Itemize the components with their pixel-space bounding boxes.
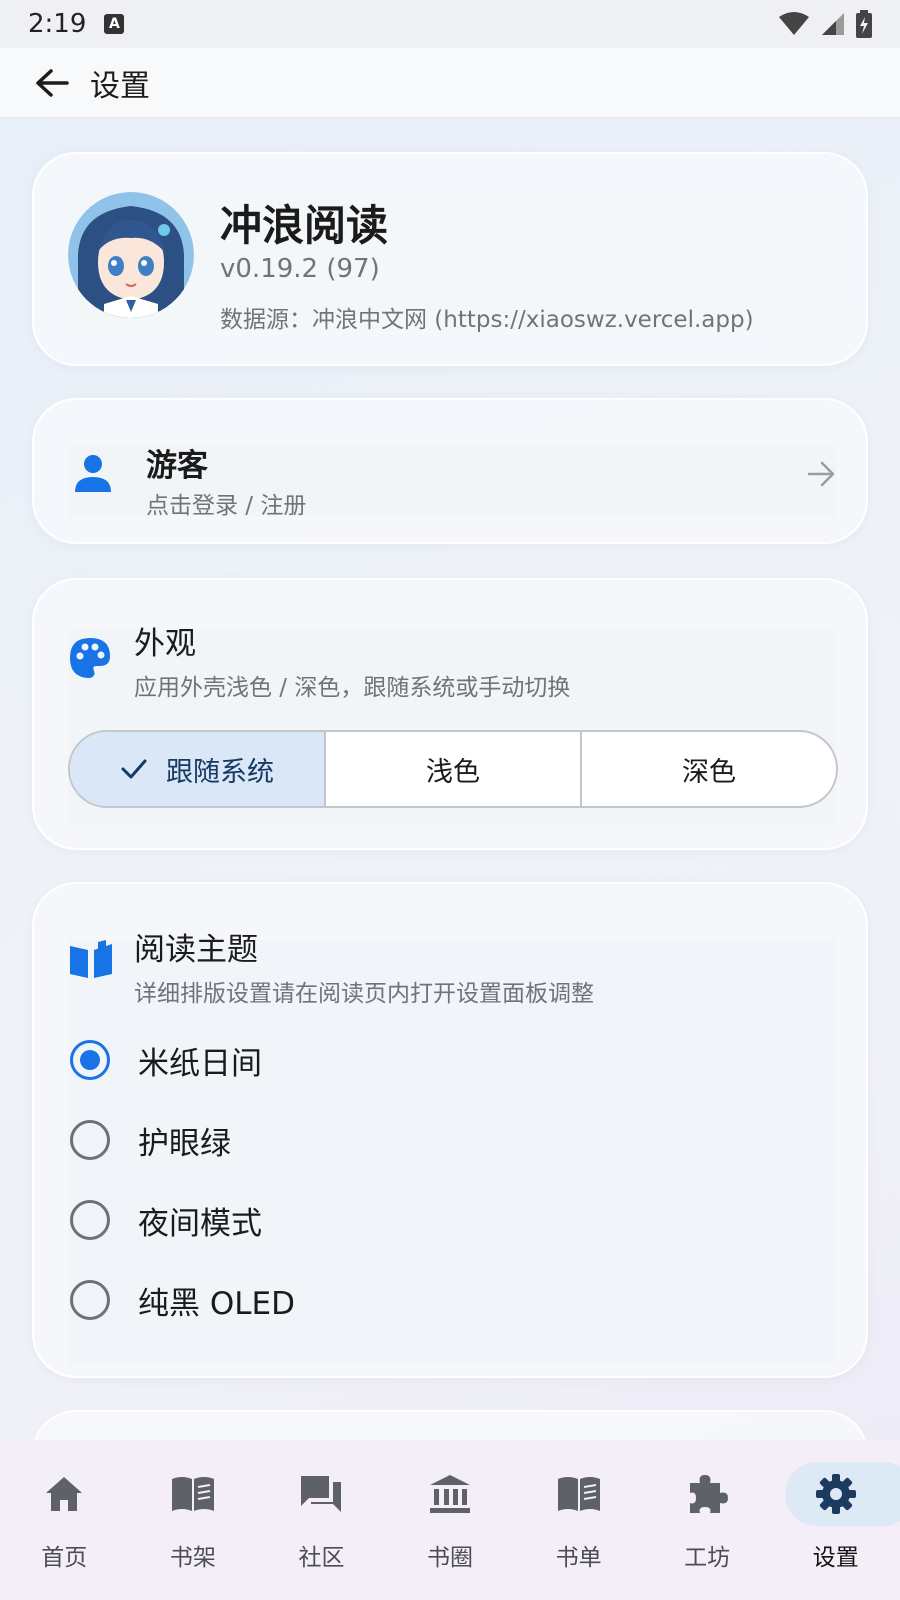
option-label: 纯黑 OLED	[138, 1285, 295, 1322]
app-avatar	[68, 192, 194, 318]
nav-label: 书架	[169, 1545, 216, 1571]
segment-label: 深色	[682, 756, 736, 788]
nav-community[interactable]: 社区	[257, 1440, 386, 1600]
reading-theme-subtitle: 详细排版设置请在阅读页内打开设置面板调整	[134, 981, 594, 1007]
nav-label: 书圈	[427, 1545, 474, 1571]
app-info-card: 冲浪阅读 v0.19.2 (97) 数据源：冲浪中文网 (https://xia…	[32, 152, 868, 366]
theme-option-oled[interactable]: 纯黑 OLED	[68, 1270, 828, 1330]
login-hint: 点击登录 / 注册	[146, 493, 307, 519]
segment-dark[interactable]: 深色	[582, 732, 836, 806]
battery-icon	[856, 10, 872, 38]
gear-icon	[815, 1474, 856, 1514]
option-label: 米纸日间	[138, 1045, 262, 1082]
status-icons	[778, 10, 872, 38]
login-row[interactable]: 游客 点击登录 / 注册	[68, 446, 836, 519]
nav-label: 首页	[41, 1545, 88, 1571]
book-icon	[70, 940, 112, 978]
reading-theme-title: 阅读主题	[134, 932, 258, 968]
segment-label: 跟随系统	[166, 756, 274, 788]
theme-option-rice-paper[interactable]: 米纸日间	[68, 1030, 828, 1090]
palette-icon	[70, 638, 110, 678]
signal-icon	[822, 13, 844, 35]
reading-theme-card: 阅读主题 详细排版设置请在阅读页内打开设置面板调整 米纸日间 护眼绿 夜间模式 …	[32, 882, 868, 1378]
appearance-card: 外观 应用外壳浅色 / 深色，跟随系统或手动切换 跟随系统 浅色 深色	[32, 578, 868, 850]
status-time: 2:19	[28, 9, 87, 39]
nav-workshop[interactable]: 工坊	[643, 1440, 772, 1600]
keyboard-indicator-icon: A	[104, 14, 125, 34]
segment-follow-system[interactable]: 跟随系统	[70, 732, 326, 806]
radio-unselected[interactable]	[70, 1200, 110, 1240]
radio-unselected[interactable]	[70, 1120, 110, 1160]
bottom-nav: 首页 书架 社区 书圈 书单 工坊 设置	[0, 1440, 900, 1600]
option-label: 夜间模式	[138, 1205, 262, 1242]
app-bar: 设置	[0, 48, 900, 118]
appearance-title: 外观	[134, 626, 196, 662]
theme-option-night[interactable]: 夜间模式	[68, 1190, 828, 1250]
option-label: 护眼绿	[138, 1125, 231, 1162]
arrow-back-icon	[36, 68, 69, 97]
nav-book-list[interactable]: 书单	[514, 1440, 643, 1600]
nav-label: 书单	[555, 1545, 602, 1571]
radio-selected[interactable]	[70, 1040, 110, 1080]
data-source: 数据源：冲浪中文网 (https://xiaoswz.vercel.app)	[220, 307, 754, 333]
person-icon	[75, 455, 111, 492]
puzzle-icon	[690, 1475, 729, 1513]
arrow-forward-icon	[807, 461, 835, 487]
nav-label: 工坊	[684, 1545, 731, 1571]
wifi-icon	[779, 12, 809, 35]
status-bar: 2:19 A	[0, 0, 900, 48]
segment-light[interactable]: 浅色	[326, 732, 582, 806]
nav-label: 设置	[812, 1545, 859, 1571]
nav-home[interactable]: 首页	[0, 1440, 129, 1600]
user-card: 游客 点击登录 / 注册	[32, 398, 868, 544]
theme-option-eye-green[interactable]: 护眼绿	[68, 1110, 828, 1170]
home-icon	[46, 1477, 83, 1511]
forum-icon	[301, 1476, 342, 1512]
page-title: 设置	[90, 68, 150, 104]
theme-mode-segmented: 跟随系统 浅色 深色	[68, 730, 838, 808]
open-book-icon	[171, 1477, 214, 1511]
nav-label: 社区	[298, 1545, 345, 1571]
open-book-icon	[557, 1477, 600, 1511]
appearance-subtitle: 应用外壳浅色 / 深色，跟随系统或手动切换	[134, 675, 571, 701]
segment-label: 浅色	[426, 756, 480, 788]
radio-unselected[interactable]	[70, 1280, 110, 1320]
user-name: 游客	[146, 448, 208, 484]
check-icon	[121, 759, 147, 779]
nav-bookshelf[interactable]: 书架	[129, 1440, 258, 1600]
app-version: v0.19.2 (97)	[220, 254, 380, 284]
app-name: 冲浪阅读	[220, 201, 389, 250]
institution-icon	[430, 1475, 471, 1513]
nav-settings[interactable]: 设置	[771, 1440, 900, 1600]
back-button[interactable]	[32, 63, 72, 103]
nav-book-circle[interactable]: 书圈	[386, 1440, 515, 1600]
